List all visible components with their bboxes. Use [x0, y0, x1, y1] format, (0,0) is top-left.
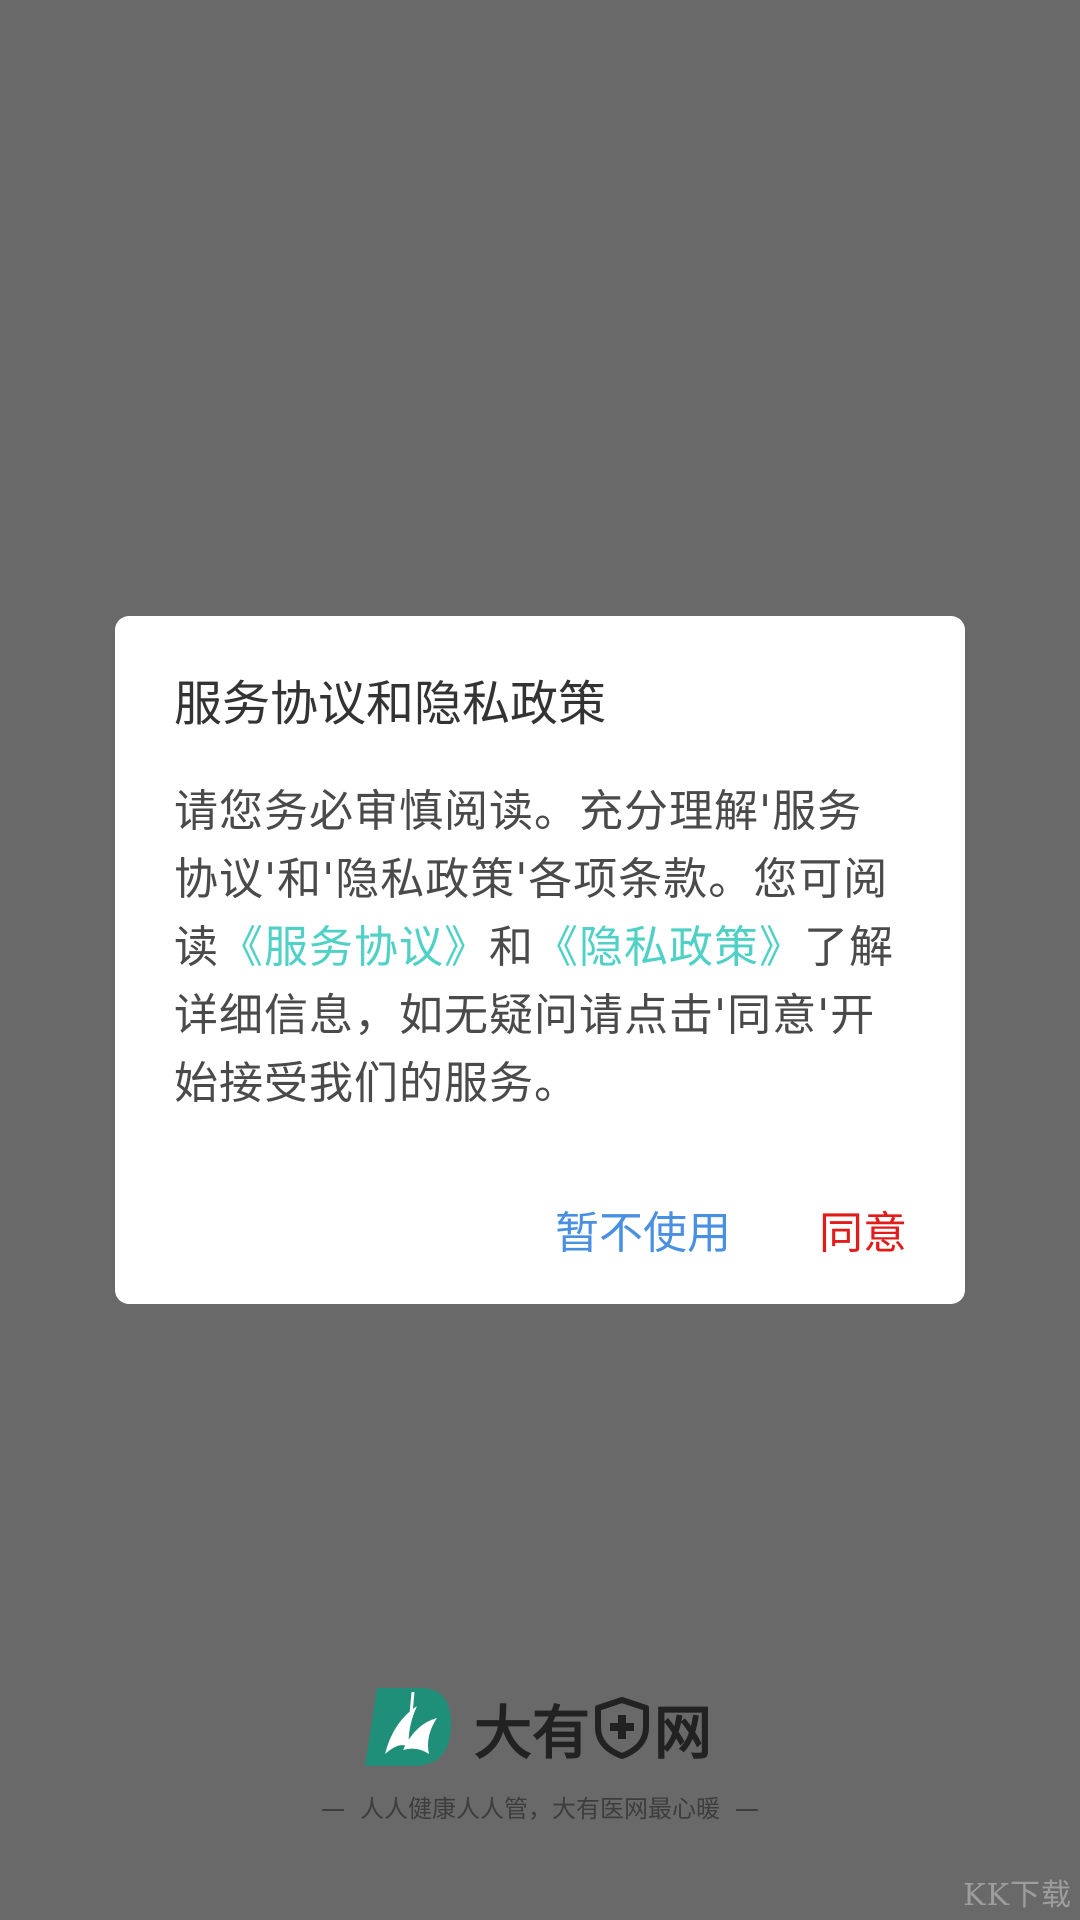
medical-shield-icon [595, 1697, 650, 1759]
app-logo-icon [365, 1688, 451, 1766]
brand-name-part1: 大有 [474, 1699, 591, 1767]
slogan-left-dash [322, 1809, 344, 1811]
agree-button[interactable]: 同意 [819, 1206, 907, 1262]
privacy-dialog: 服务协议和隐私政策 请您务必审慎阅读。充分理解'服务协议'和'隐私政策'各项条款… [115, 616, 965, 1304]
dialog-title: 服务协议和隐私政策 [174, 676, 607, 732]
decline-button[interactable]: 暂不使用 [555, 1206, 731, 1262]
service-agreement-link[interactable]: 《服务协议》 [219, 922, 489, 973]
brand-name-part2: 网 [654, 1699, 713, 1767]
brand-logo-area: 大有 网 [0, 1680, 1080, 1780]
dialog-body-and: 和 [489, 922, 534, 973]
slogan-right-dash [736, 1809, 758, 1811]
dialog-actions: 暂不使用 同意 [555, 1206, 907, 1262]
brand-name: 大有 网 [474, 1688, 712, 1768]
privacy-policy-link[interactable]: 《隐私政策》 [534, 922, 804, 973]
slogan-text: 人人健康人人管，大有医网最心暖 [360, 1795, 720, 1823]
dialog-body: 请您务必审慎阅读。充分理解'服务协议'和'隐私政策'各项条款。您可阅读《服务协议… [174, 778, 894, 1118]
brand-slogan: 人人健康人人管，大有医网最心暖 [0, 1792, 1080, 1826]
watermark: KK下载 [963, 1878, 1072, 1913]
